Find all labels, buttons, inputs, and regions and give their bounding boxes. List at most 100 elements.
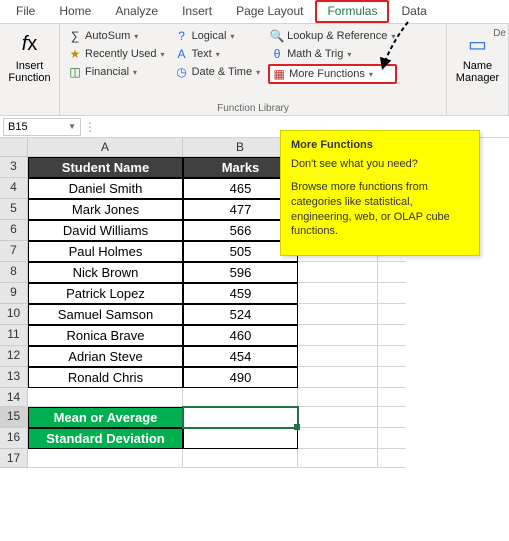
cell[interactable]: Paul Holmes — [28, 241, 183, 262]
text-button[interactable]: AText▾ — [173, 46, 263, 62]
cell[interactable] — [298, 262, 378, 283]
define-name-partial: De — [493, 28, 506, 39]
row-header[interactable]: 12 — [0, 346, 28, 367]
row-header[interactable]: 3 — [0, 157, 28, 178]
tooltip-title: More Functions — [291, 139, 469, 151]
cell[interactable]: Ronald Chris — [28, 367, 183, 388]
row-header[interactable]: 8 — [0, 262, 28, 283]
cell[interactable] — [298, 367, 378, 388]
cell[interactable] — [378, 388, 406, 407]
col-header-a[interactable]: A — [28, 138, 183, 157]
fx-icon: fx — [16, 30, 44, 58]
cell[interactable]: 596 — [183, 262, 298, 283]
cell[interactable]: Adrian Steve — [28, 346, 183, 367]
cell[interactable] — [28, 388, 183, 407]
cell[interactable]: 490 — [183, 367, 298, 388]
cell[interactable] — [298, 325, 378, 346]
more-icon: ▦ — [272, 67, 286, 81]
star-icon: ★ — [68, 47, 82, 61]
row-header[interactable]: 11 — [0, 325, 28, 346]
cell[interactable] — [378, 449, 406, 468]
cell[interactable] — [378, 407, 406, 428]
cell[interactable]: 459 — [183, 283, 298, 304]
cell[interactable] — [298, 407, 378, 428]
row-header[interactable]: 5 — [0, 199, 28, 220]
cell[interactable]: David Williams — [28, 220, 183, 241]
financial-button[interactable]: ◫Financial▾ — [66, 64, 167, 80]
tooltip-line1: Don't see what you need? — [291, 157, 469, 172]
cell[interactable]: 524 — [183, 304, 298, 325]
tab-formulas[interactable]: Formulas — [315, 0, 389, 23]
cell[interactable] — [378, 283, 406, 304]
more-functions-tooltip: More Functions Don't see what you need? … — [280, 130, 480, 256]
cell[interactable]: Student Name — [28, 157, 183, 178]
row-header[interactable]: 10 — [0, 304, 28, 325]
row-header[interactable]: 7 — [0, 241, 28, 262]
math-trig-button[interactable]: θMath & Trig▾ — [268, 46, 397, 62]
cell[interactable] — [378, 304, 406, 325]
cell[interactable]: Mean or Average — [28, 407, 183, 428]
name-box[interactable]: B15▼ — [3, 118, 81, 136]
lookup-reference-button[interactable]: 🔍Lookup & Reference▾ — [268, 28, 397, 44]
cell[interactable]: Ronica Brave — [28, 325, 183, 346]
cell[interactable] — [298, 304, 378, 325]
ribbon: fx Insert Function ∑AutoSum▾ ★Recently U… — [0, 24, 509, 116]
text-icon: A — [175, 47, 189, 61]
logical-button[interactable]: ?Logical▾ — [173, 28, 263, 44]
tooltip-line2: Browse more functions from categories li… — [291, 180, 469, 239]
more-functions-button[interactable]: ▦More Functions▾ — [268, 64, 397, 84]
cell[interactable] — [378, 325, 406, 346]
cell[interactable] — [378, 367, 406, 388]
cell[interactable]: 454 — [183, 346, 298, 367]
sigma-icon: ∑ — [68, 29, 82, 43]
cell[interactable]: Daniel Smith — [28, 178, 183, 199]
insert-function-button[interactable]: fx Insert Function — [6, 28, 53, 86]
money-icon: ◫ — [68, 65, 82, 79]
date-time-button[interactable]: ◷Date & Time▾ — [173, 64, 263, 80]
tabs-bar: File Home Analyze Insert Page Layout For… — [0, 0, 509, 24]
theta-icon: θ — [270, 47, 284, 61]
tag-icon: ▭ — [464, 30, 492, 58]
question-icon: ? — [175, 29, 189, 43]
cell[interactable] — [378, 346, 406, 367]
cell[interactable] — [183, 449, 298, 468]
cell[interactable] — [298, 346, 378, 367]
selected-cell[interactable] — [183, 407, 298, 428]
formula-bar-separator: ⋮ — [81, 120, 99, 134]
cell[interactable] — [183, 428, 298, 449]
recently-used-button[interactable]: ★Recently Used▾ — [66, 46, 167, 62]
tab-page-layout[interactable]: Page Layout — [224, 0, 315, 23]
cell[interactable]: Patrick Lopez — [28, 283, 183, 304]
row-header[interactable]: 15 — [0, 407, 28, 428]
row-header[interactable]: 6 — [0, 220, 28, 241]
cell[interactable] — [298, 283, 378, 304]
cell[interactable]: Mark Jones — [28, 199, 183, 220]
row-header[interactable]: 9 — [0, 283, 28, 304]
cell[interactable] — [183, 388, 298, 407]
row-header[interactable]: 13 — [0, 367, 28, 388]
cell[interactable]: 460 — [183, 325, 298, 346]
autosum-button[interactable]: ∑AutoSum▾ — [66, 28, 167, 44]
row-header[interactable]: 14 — [0, 388, 28, 407]
tab-insert[interactable]: Insert — [170, 0, 224, 23]
row-header[interactable]: 4 — [0, 178, 28, 199]
lookup-icon: 🔍 — [270, 29, 284, 43]
cell[interactable]: Nick Brown — [28, 262, 183, 283]
cell[interactable] — [378, 262, 406, 283]
tab-file[interactable]: File — [4, 0, 47, 23]
cell[interactable]: Samuel Samson — [28, 304, 183, 325]
cell[interactable] — [28, 449, 183, 468]
cell[interactable] — [378, 428, 406, 449]
cell[interactable] — [298, 428, 378, 449]
cell[interactable] — [298, 388, 378, 407]
row-header[interactable]: 16 — [0, 428, 28, 449]
clock-icon: ◷ — [175, 65, 189, 79]
row-header[interactable]: 17 — [0, 449, 28, 468]
tab-data[interactable]: Data — [389, 0, 438, 23]
cell[interactable]: Standard Deviation — [28, 428, 183, 449]
group-label-function-library: Function Library — [60, 103, 446, 114]
cell[interactable] — [298, 449, 378, 468]
tab-home[interactable]: Home — [47, 0, 103, 23]
select-all-corner[interactable] — [0, 138, 28, 157]
tab-analyze[interactable]: Analyze — [103, 0, 170, 23]
